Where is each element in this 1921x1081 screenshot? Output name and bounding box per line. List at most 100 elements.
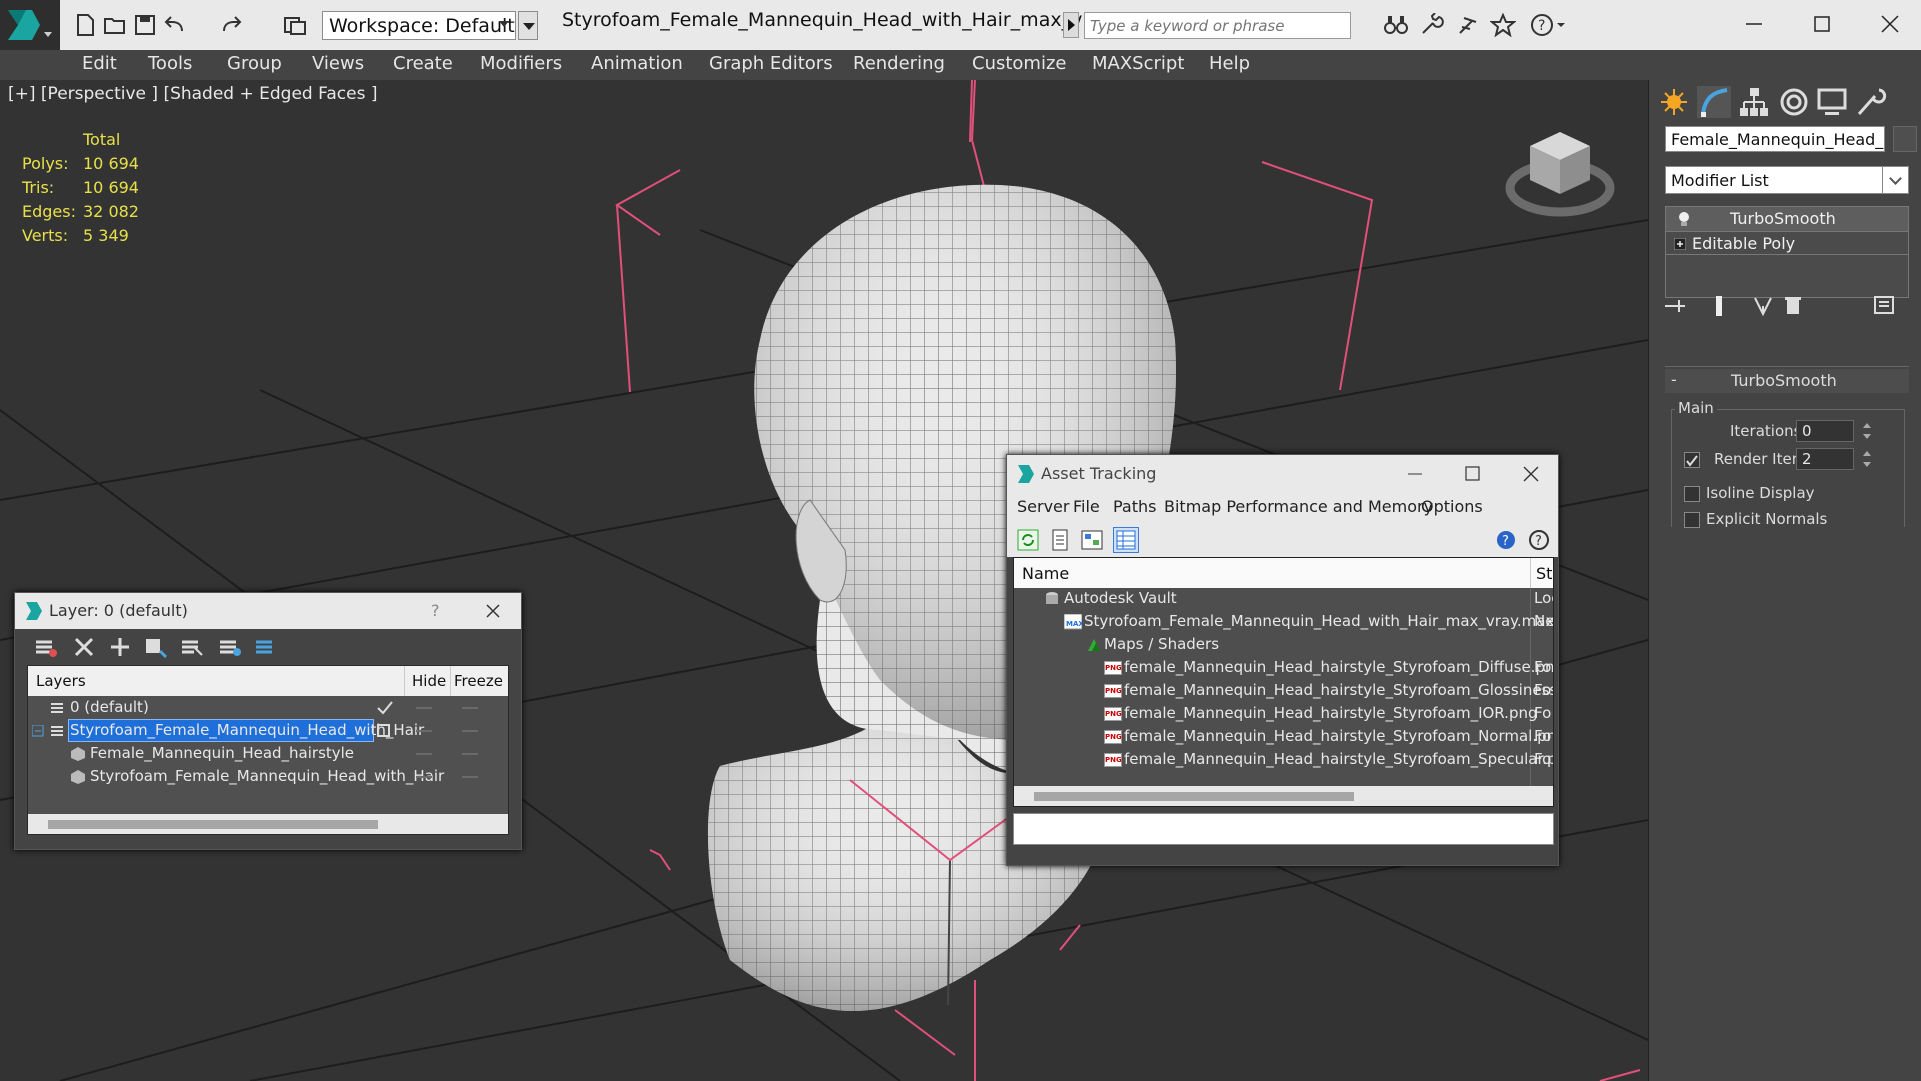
isoline-display-checkbox[interactable] [1684,486,1700,502]
highlight-layer-icon[interactable] [217,634,243,660]
layer-toggle-icon[interactable] [33,634,59,660]
freeze-toggle[interactable] [462,707,478,709]
spinner-arrows-icon[interactable] [1860,420,1874,442]
menu-customize[interactable]: Customize [972,53,1066,74]
motion-tab-icon[interactable] [1777,86,1811,118]
asset-menu-options[interactable]: Options [1421,497,1483,516]
expand-plus-icon[interactable] [1674,238,1686,250]
collapse-minus-icon[interactable] [32,725,44,737]
object-row[interactable]: Female_Mannequin_Head_hairstyle [28,742,508,765]
hide-toggle[interactable] [416,753,432,755]
make-unique-icon[interactable] [1749,292,1777,320]
minimize-icon[interactable] [1405,464,1425,484]
column-header-freeze[interactable]: Freeze [454,672,503,690]
new-file-icon[interactable] [72,13,98,37]
add-layer-icon[interactable] [107,634,133,660]
menu-rendering[interactable]: Rendering [853,53,945,74]
close-icon[interactable] [1521,464,1541,484]
column-header-name[interactable]: Name [1022,564,1069,583]
explicit-normals-checkbox[interactable] [1684,512,1700,528]
menu-create[interactable]: Create [393,53,453,74]
display-tab-icon[interactable] [1815,86,1849,118]
layer-window-titlebar[interactable]: Layer: 0 (default) ? [15,593,521,629]
list-view-icon[interactable] [1047,527,1073,553]
menu-edit[interactable]: Edit [82,53,117,74]
asset-row-texture[interactable]: PNG female_Mannequin_Head_hairstyle_Styr… [1014,703,1553,726]
column-header-layers[interactable]: Layers [36,672,86,690]
close-icon[interactable] [1876,10,1904,38]
hierarchy-tab-icon[interactable] [1737,86,1771,118]
set-active-layer-icon[interactable] [376,723,392,739]
modifier-list-dropdown[interactable]: Modifier List [1665,166,1909,194]
object-row[interactable]: Styrofoam_Female_Mannequin_Head_with_Hai… [28,765,508,788]
layer-row[interactable]: 0 (default) [28,696,508,719]
asset-menu-bitmap-performance[interactable]: Bitmap Performance and Memory [1164,497,1433,516]
settings-help-icon[interactable]: ? [1527,527,1553,553]
menu-graph-editors[interactable]: Graph Editors [709,53,833,74]
asset-row-texture[interactable]: PNG female_Mannequin_Head_hairstyle_Styr… [1014,726,1553,749]
help-icon[interactable]: ? [1495,527,1521,553]
search-input[interactable] [1084,12,1351,39]
layer-row-selected[interactable]: Styrofoam_Female_Mannequin_Head_with_Hai… [28,719,508,742]
viewcube-icon[interactable] [1505,120,1615,224]
lightbulb-icon[interactable] [1676,211,1692,227]
thumbnail-view-icon[interactable] [1079,527,1105,553]
viewport-label[interactable]: [+] [Perspective ] [Shaded + Edged Faces… [8,84,377,104]
redo-icon[interactable] [218,13,244,37]
open-file-icon[interactable] [102,13,128,37]
close-icon[interactable] [483,601,503,621]
wrench-icon[interactable] [1419,12,1445,37]
horizontal-scrollbar[interactable] [1014,786,1553,806]
horizontal-scrollbar[interactable] [28,814,508,834]
menu-tools[interactable]: Tools [148,53,192,74]
pin-stack-icon[interactable] [1661,292,1689,320]
freeze-toggle[interactable] [462,730,478,732]
utilities-tab-icon[interactable] [1853,86,1887,118]
hide-toggle[interactable] [416,707,432,709]
asset-menu-paths[interactable]: Paths [1113,497,1156,516]
menu-animation[interactable]: Animation [591,53,683,74]
render-iters-spinner[interactable]: 2 [1796,448,1854,470]
undo-icon[interactable] [162,13,188,37]
asset-row-max-file[interactable]: MAX Styrofoam_Female_Mannequin_Head_with… [1014,611,1553,634]
freeze-toggle[interactable] [462,776,478,778]
hide-unhide-icon[interactable] [253,634,279,660]
asset-menu-server[interactable]: Server [1017,497,1069,516]
table-view-icon[interactable] [1113,527,1139,553]
binoculars-icon[interactable] [1383,13,1409,37]
render-iters-checkbox[interactable] [1684,452,1700,468]
scrollbar-thumb[interactable] [1034,792,1354,801]
menu-group[interactable]: Group [227,53,282,74]
maximize-icon[interactable] [1808,12,1836,36]
refresh-icon[interactable] [1015,527,1041,553]
select-objects-icon[interactable] [179,634,205,660]
asset-menu-file[interactable]: File [1073,497,1100,516]
spinner-arrows-icon[interactable] [1860,448,1874,470]
menu-maxscript[interactable]: MAXScript [1092,53,1184,74]
workspace-dropdown[interactable]: Workspace: Default [322,11,516,40]
stack-item-editable-poly[interactable]: Editable Poly [1666,231,1908,255]
maximize-icon[interactable] [1463,464,1483,484]
show-end-result-icon[interactable] [1705,292,1733,320]
add-selection-icon[interactable] [143,634,169,660]
menu-views[interactable]: Views [312,53,364,74]
minimize-icon[interactable] [1740,12,1768,36]
app-logo-icon[interactable] [0,0,60,50]
workspace-menu-button[interactable] [518,11,538,40]
search-expand-button[interactable] [1063,12,1079,38]
column-header-status[interactable]: Sta [1536,564,1553,583]
project-folder-icon[interactable] [282,13,308,37]
asset-path-field[interactable] [1013,813,1554,845]
communication-center-icon[interactable] [1455,13,1481,37]
hide-toggle[interactable] [416,776,432,778]
configure-sets-icon[interactable] [1871,292,1899,320]
asset-row-maps[interactable]: Maps / Shaders [1014,634,1553,657]
asset-row-vault[interactable]: Autodesk Vault Loc [1014,588,1553,611]
rollout-header[interactable]: - TurboSmooth [1665,369,1909,393]
stack-item-turbosmooth[interactable]: TurboSmooth [1666,207,1908,231]
column-header-hide[interactable]: Hide [412,672,446,690]
asset-row-texture[interactable]: PNG female_Mannequin_Head_hairstyle_Styr… [1014,680,1553,703]
object-name-field[interactable]: Female_Mannequin_Head_hairstyle [1665,126,1885,152]
help-icon[interactable]: ? [1530,13,1566,37]
scrollbar-thumb[interactable] [48,820,378,829]
